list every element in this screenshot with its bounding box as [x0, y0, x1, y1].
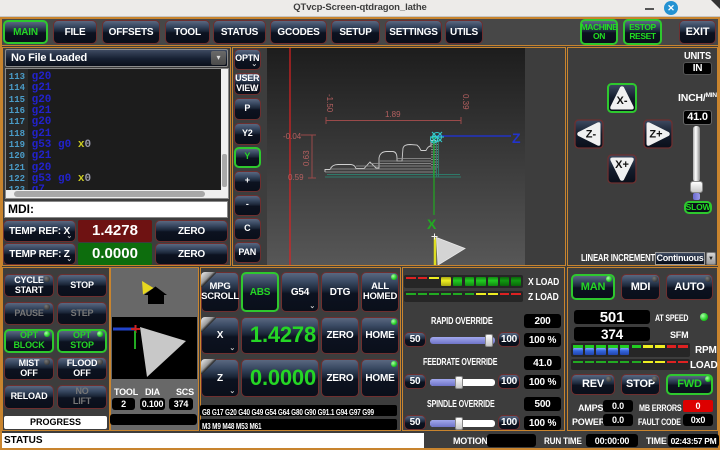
svg-text:-0.04: -0.04: [283, 132, 302, 141]
svg-text:X+: X+: [615, 159, 629, 171]
svg-text:Z: Z: [512, 130, 521, 146]
svg-text:-1.50: -1.50: [325, 94, 334, 113]
svg-text:0.39: 0.39: [461, 94, 470, 110]
svg-text:Z+: Z+: [649, 129, 662, 141]
svg-text:Z-: Z-: [586, 129, 597, 141]
svg-text:X: X: [427, 216, 437, 232]
svg-text:X-: X-: [617, 95, 628, 107]
svg-text:0.59: 0.59: [288, 173, 304, 182]
svg-text:0.63: 0.63: [302, 150, 311, 166]
svg-text:1.89: 1.89: [385, 110, 401, 119]
